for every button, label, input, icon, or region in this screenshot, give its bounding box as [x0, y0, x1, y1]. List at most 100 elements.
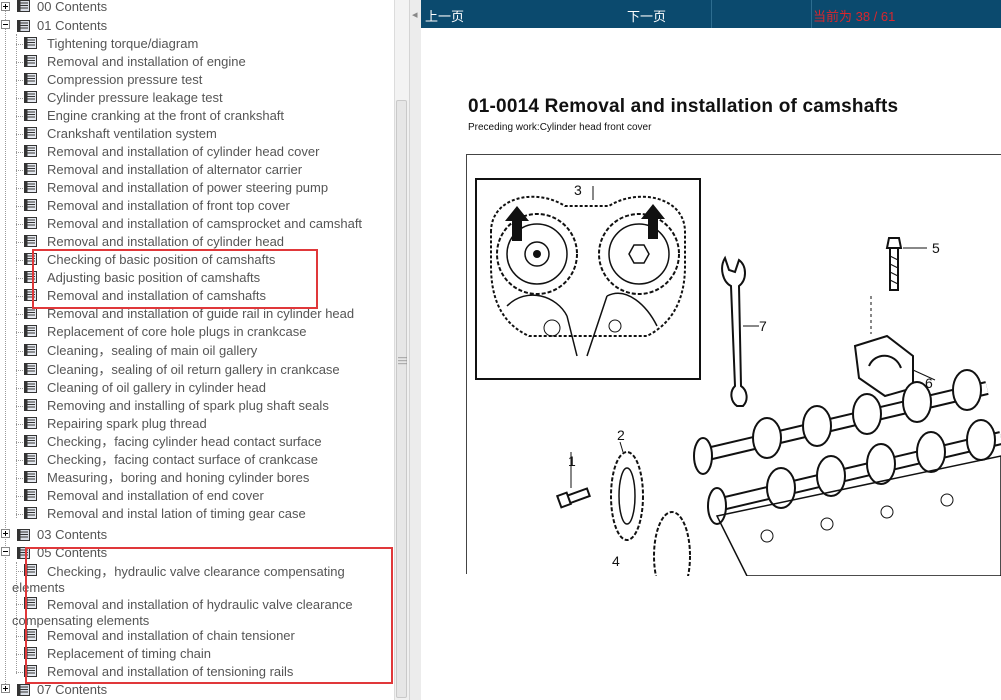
- collapse-icon[interactable]: [1, 547, 10, 556]
- expand-icon[interactable]: [1, 684, 10, 693]
- tree-item[interactable]: Removal and installation of end cover: [0, 488, 390, 506]
- tree-item[interactable]: Cleaning，sealing of main oil gallery: [0, 343, 390, 361]
- tree-item-label[interactable]: Removing and installing of spark plug sh…: [47, 397, 329, 415]
- tree-item-label[interactable]: Replacement of timing chain: [47, 645, 211, 663]
- tree-item[interactable]: Removal and installation of tensioning r…: [0, 664, 390, 682]
- tree-item[interactable]: Checking，facing contact surface of crank…: [0, 452, 390, 470]
- tree-item-label-line1[interactable]: Removal and installation of hydraulic va…: [12, 597, 382, 613]
- book-icon: [17, 684, 30, 696]
- tree-item-label[interactable]: Removal and installation of camsprocket …: [47, 215, 362, 233]
- tree-item-label[interactable]: Checking，facing cylinder head contact su…: [47, 433, 322, 451]
- tree-line: [16, 672, 23, 673]
- page-icon: [24, 271, 37, 283]
- page-icon: [24, 91, 37, 103]
- tree-item[interactable]: Removal and installation of cylinder hea…: [0, 234, 390, 252]
- tree-item[interactable]: Tightening torque/diagram: [0, 36, 390, 54]
- tree-item[interactable]: Removal and installation of front top co…: [0, 198, 390, 216]
- tree-chapter-label[interactable]: 05 Contents: [37, 544, 107, 562]
- tree-item[interactable]: Checking，facing cylinder head contact su…: [0, 434, 390, 452]
- tree-item-label[interactable]: Cleaning，sealing of oil return gallery i…: [47, 361, 340, 379]
- prev-page-button[interactable]: 上一页: [425, 6, 464, 25]
- tree-item-label[interactable]: Cleaning of oil gallery in cylinder head: [47, 379, 266, 397]
- tree-item[interactable]: Repairing spark plug thread: [0, 416, 390, 434]
- tree-item-label[interactable]: Removal and installation of camshafts: [47, 287, 266, 305]
- tree-item-label[interactable]: Removal and instal lation of timing gear…: [47, 505, 306, 523]
- collapse-icon[interactable]: [1, 20, 10, 29]
- tree-item-label[interactable]: Checking，hydraulic valve clearance compe…: [12, 564, 382, 596]
- tree-item[interactable]: Removal and installation of camsprocket …: [0, 216, 390, 234]
- next-page-button[interactable]: 下一页: [627, 6, 666, 25]
- tree-item-label[interactable]: Repairing spark plug thread: [47, 415, 207, 433]
- tree-chapter-00[interactable]: 00 Contents: [0, 0, 394, 18]
- scrollbar-thumb[interactable]: [396, 100, 407, 698]
- tree-chapter-label[interactable]: 07 Contents: [37, 681, 107, 699]
- tree-item[interactable]: Cleaning，sealing of oil return gallery i…: [0, 362, 390, 380]
- tree-item-label[interactable]: Removal and installation of power steeri…: [47, 179, 328, 197]
- tree-item-label[interactable]: Checking，facing contact surface of crank…: [47, 451, 318, 469]
- tree-item[interactable]: Engine cranking at the front of cranksha…: [0, 108, 390, 126]
- tree-item[interactable]: Cleaning of oil gallery in cylinder head: [0, 380, 390, 398]
- tree-chapter-07[interactable]: 07 Contents: [0, 682, 394, 700]
- tree-item-label[interactable]: Adjusting basic position of camshafts: [47, 269, 260, 287]
- tree-item-label[interactable]: Removal and installation of guide rail i…: [47, 305, 354, 323]
- tree-item-label[interactable]: Removal and installation of end cover: [47, 487, 264, 505]
- tree-item[interactable]: Removal and installation of hydraulic va…: [0, 596, 390, 628]
- tree-item[interactable]: Checking of basic position of camshafts: [0, 252, 390, 270]
- tree-item[interactable]: Adjusting basic position of camshafts: [0, 270, 390, 288]
- tree-item[interactable]: Cylinder pressure leakage test: [0, 90, 390, 108]
- tree-chapter-label[interactable]: 03 Contents: [37, 526, 107, 544]
- tree-item[interactable]: Removal and installation of cylinder hea…: [0, 144, 390, 162]
- tree-item[interactable]: Crankshaft ventilation system: [0, 126, 390, 144]
- tree-item-label[interactable]: Crankshaft ventilation system: [47, 125, 217, 143]
- scrollbar-track[interactable]: [395, 0, 409, 100]
- tree-item-label[interactable]: Checking of basic position of camshafts: [47, 251, 275, 269]
- tree-item-label[interactable]: Cylinder pressure leakage test: [47, 89, 223, 107]
- tree-item[interactable]: Replacement of timing chain: [0, 646, 390, 664]
- tree-scrollbar[interactable]: — — —: [394, 0, 409, 700]
- tree-item-label[interactable]: Compression pressure test: [47, 71, 202, 89]
- tree-item[interactable]: Compression pressure test: [0, 72, 390, 90]
- tree-item-label[interactable]: Removal and installation of cylinder hea…: [47, 143, 319, 161]
- tree-item-label[interactable]: Removal and installation of tensioning r…: [47, 663, 293, 681]
- tree-line: [16, 314, 23, 315]
- tree-item-label[interactable]: Cleaning，sealing of main oil gallery: [47, 342, 257, 360]
- tree-item[interactable]: Removal and installation of camshafts: [0, 288, 390, 306]
- tree-item[interactable]: Replacement of core hole plugs in crankc…: [0, 324, 390, 342]
- tree-chapter-05[interactable]: 05 Contents: [0, 545, 394, 563]
- tree-item[interactable]: Removal and installation of engine: [0, 54, 390, 72]
- tree-item[interactable]: Removal and installation of alternator c…: [0, 162, 390, 180]
- tree-item[interactable]: Removal and installation of guide rail i…: [0, 306, 390, 324]
- tree-item-label[interactable]: Removal and installation of hydraulic va…: [12, 597, 382, 629]
- tree-item[interactable]: Removing and installing of spark plug sh…: [0, 398, 390, 416]
- wrench-part: [721, 255, 748, 407]
- expand-icon[interactable]: [1, 529, 10, 538]
- tree-item-label[interactable]: Removal and installation of engine: [47, 53, 246, 71]
- tree-item-label[interactable]: Removal and installation of alternator c…: [47, 161, 302, 179]
- tree-item[interactable]: Removal and installation of power steeri…: [0, 180, 390, 198]
- tree-chapter-03[interactable]: 03 Contents: [0, 527, 394, 545]
- tree-item-label[interactable]: Tightening torque/diagram: [47, 35, 198, 53]
- tree-item-label[interactable]: Removal and installation of chain tensio…: [47, 627, 295, 645]
- tree-item-label[interactable]: Engine cranking at the front of cranksha…: [47, 107, 284, 125]
- tree-item-label-line2[interactable]: elements: [12, 580, 382, 596]
- tree-item-label[interactable]: Removal and installation of cylinder hea…: [47, 233, 284, 251]
- tree-line: [16, 388, 23, 389]
- tree-chapter-label[interactable]: 00 Contents: [37, 0, 107, 16]
- tree-item-label[interactable]: Replacement of core hole plugs in crankc…: [47, 323, 306, 341]
- page-icon: [24, 235, 37, 247]
- callout-5: 5: [932, 240, 940, 256]
- tree-item[interactable]: Checking，hydraulic valve clearance compe…: [0, 563, 390, 595]
- tree-chapter-01[interactable]: 01 Contents: [0, 18, 394, 36]
- page-icon: [24, 647, 37, 659]
- expand-icon[interactable]: [1, 2, 10, 11]
- tree-item-label[interactable]: Removal and installation of front top co…: [47, 197, 290, 215]
- tree-chapter-label[interactable]: 01 Contents: [37, 17, 107, 35]
- tree-item-label[interactable]: Measuring，boring and honing cylinder bor…: [47, 469, 309, 487]
- tree-item[interactable]: Removal and installation of chain tensio…: [0, 628, 390, 646]
- tree-item[interactable]: Measuring，boring and honing cylinder bor…: [0, 470, 390, 488]
- tree-line: [16, 296, 23, 297]
- tree-item[interactable]: Removal and instal lation of timing gear…: [0, 506, 390, 524]
- tree-item-label-line1[interactable]: Checking，hydraulic valve clearance compe…: [12, 564, 382, 580]
- page-icon: [24, 55, 37, 67]
- collapse-arrow-icon[interactable]: ◂: [412, 8, 418, 21]
